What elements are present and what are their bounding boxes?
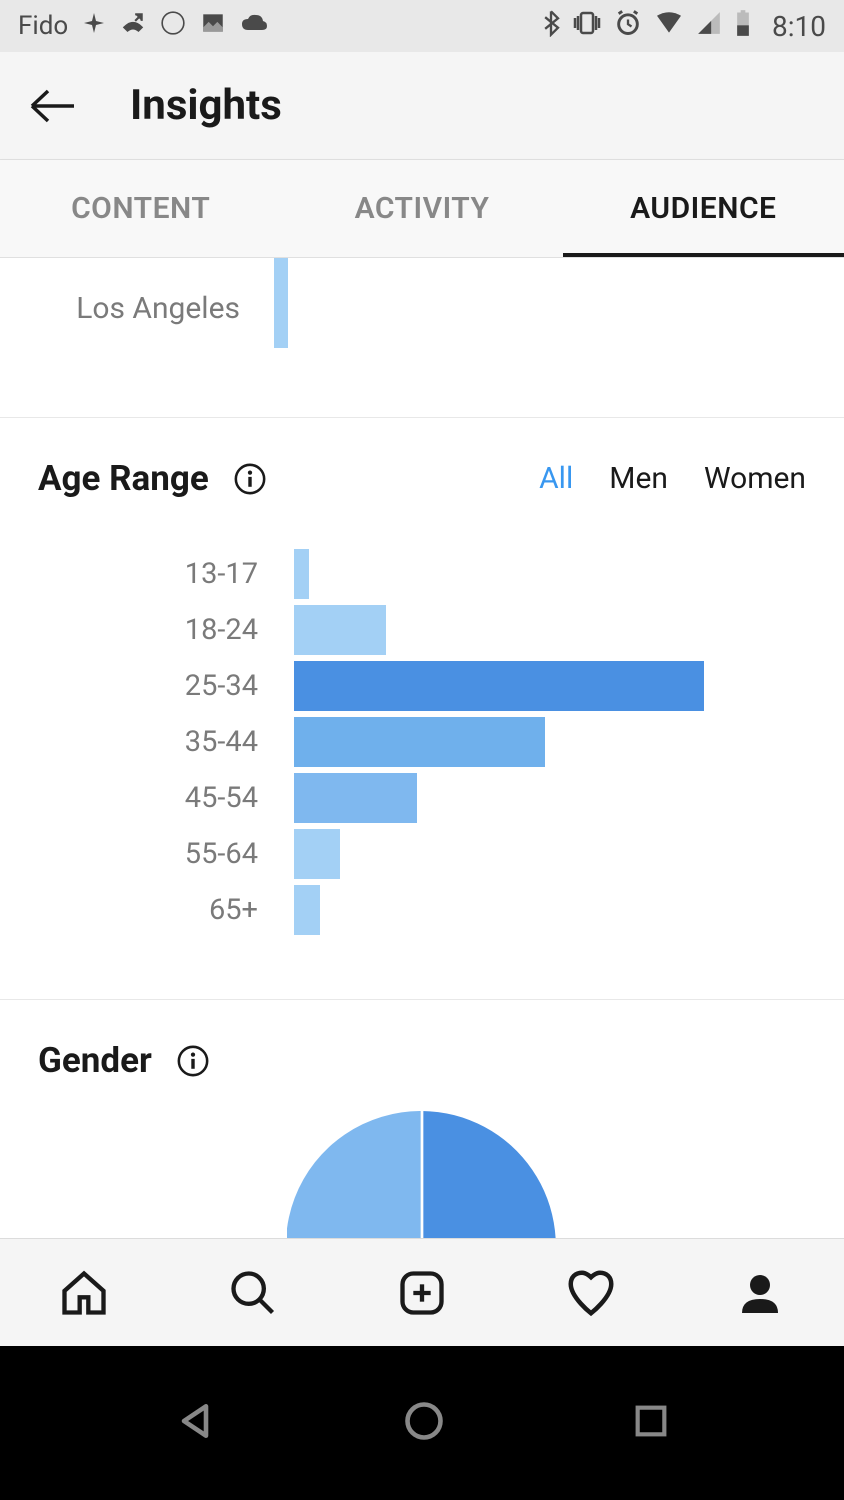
age-label: 65+ (38, 893, 294, 927)
status-bar: Fido (0, 0, 844, 52)
filter-all[interactable]: All (539, 461, 573, 496)
tab-audience[interactable]: AUDIENCE (563, 160, 844, 257)
age-bar (294, 605, 386, 655)
android-back-icon[interactable] (173, 1399, 217, 1447)
page-title: Insights (130, 81, 282, 130)
age-row: 25-34 (38, 659, 806, 713)
age-label: 18-24 (38, 613, 294, 647)
location-bar (274, 268, 288, 348)
age-bar (294, 773, 417, 823)
add-post-icon[interactable] (392, 1263, 452, 1323)
age-label: 35-44 (38, 725, 294, 759)
alarm-icon (614, 9, 642, 44)
cloud-icon (240, 11, 268, 41)
age-label: 55-64 (38, 837, 294, 871)
image-icon (200, 10, 226, 43)
age-range-title: Age Range (38, 458, 209, 499)
age-label: 45-54 (38, 781, 294, 815)
missed-call-icon (120, 10, 146, 43)
info-icon[interactable] (233, 462, 267, 496)
age-range-section: Age Range All Men Women 13-17 18-24 25-3… (0, 418, 844, 1000)
age-label: 25-34 (38, 669, 294, 703)
age-bar (294, 549, 309, 599)
location-label: Los Angeles (0, 291, 260, 326)
app-bottom-nav (0, 1238, 844, 1346)
android-recent-icon[interactable] (631, 1401, 671, 1445)
age-row: 55-64 (38, 827, 806, 881)
tab-activity[interactable]: ACTIVITY (281, 160, 562, 257)
heart-icon[interactable] (561, 1263, 621, 1323)
moon-icon (160, 10, 186, 43)
age-chart: 13-17 18-24 25-34 35-44 45-54 55-64 (38, 547, 806, 937)
age-row: 35-44 (38, 715, 806, 769)
gender-title: Gender (38, 1040, 152, 1081)
time-label: 8:10 (772, 10, 826, 43)
pinwheel-icon (82, 11, 106, 42)
age-bar (294, 661, 704, 711)
bluetooth-icon (542, 9, 560, 44)
age-row: 65+ (38, 883, 806, 937)
location-bar-prev (274, 258, 288, 268)
location-row: Los Angeles (0, 268, 844, 348)
home-icon[interactable] (54, 1263, 114, 1323)
android-nav-bar (0, 1346, 844, 1500)
info-icon[interactable] (176, 1044, 210, 1078)
age-bar (294, 885, 320, 935)
content-area: Los Angeles Age Range All Men Women 13-1… (0, 258, 844, 1261)
signal-icon (696, 10, 722, 43)
age-label: 13-17 (38, 557, 294, 591)
age-row: 45-54 (38, 771, 806, 825)
back-button[interactable] (24, 78, 80, 134)
gender-section: Gender (0, 1000, 844, 1261)
filter-men[interactable]: Men (609, 461, 668, 496)
profile-icon[interactable] (730, 1263, 790, 1323)
tabs: CONTENT ACTIVITY AUDIENCE (0, 160, 844, 258)
tab-content[interactable]: CONTENT (0, 160, 281, 257)
wifi-icon (654, 11, 684, 42)
battery-icon (734, 9, 752, 44)
search-icon[interactable] (223, 1263, 283, 1323)
age-bar (294, 829, 340, 879)
carrier-label: Fido (18, 11, 68, 41)
age-row: 13-17 (38, 547, 806, 601)
location-section: Los Angeles (0, 258, 844, 418)
header: Insights (0, 52, 844, 160)
age-bar (294, 717, 545, 767)
age-row: 18-24 (38, 603, 806, 657)
vibrate-icon (572, 10, 602, 43)
filter-women[interactable]: Women (704, 461, 806, 496)
android-home-icon[interactable] (402, 1399, 446, 1447)
